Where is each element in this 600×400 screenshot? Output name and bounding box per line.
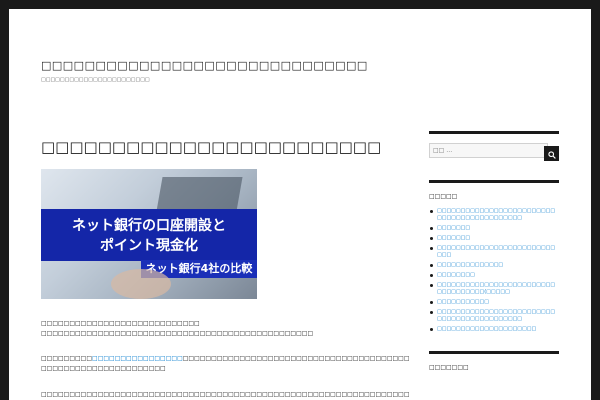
recent-post-item[interactable]: □□□□□□□ [430, 225, 559, 232]
recent-posts-list: □□□□□□□□□□□□□□□□□□□□□□□□□□□□□□□□□□□□□□□□… [429, 208, 559, 333]
recent-post-item[interactable]: □□□□□□□□□□□□□□□□□□□□□□□□□□□□ [430, 245, 559, 259]
second-widget-title: □□□□□□□ [429, 364, 469, 371]
post-paragraph-3: □□□□□□□□□□□□□□□□□□□□□□□□□□□□□□□□□□□□□□□□… [41, 391, 410, 398]
hand-graphic [111, 269, 171, 299]
second-widget: □□□□□□□ [429, 351, 559, 379]
search-icon [547, 151, 556, 159]
post-thumbnail[interactable]: ネット銀行の口座開設と ポイント現金化 ネット銀行4社の比較 [41, 169, 257, 299]
site-title[interactable]: □□□□□□□□□□□□□□□□□□□□□□□□□□□□□□ [41, 59, 381, 72]
post-paragraph-2-text-pre: □□□□□□□□□ [41, 355, 93, 362]
post-paragraph-2: □□□□□□□□□□□□□□□□□□□□□□□□□□□□□□□□□□□□□□□□… [41, 354, 413, 374]
recent-post-item[interactable]: □□□□□□□□□□□□□□□□□□□□□□□□□□□□□□□□□□□□□□□□… [430, 208, 559, 222]
search-input[interactable] [429, 143, 548, 158]
post-title-text-pre: □□□□□□□□□□□□□□□□□□□□□□□□□□□□□□□ [41, 138, 381, 156]
recent-post-item[interactable]: □□□□□□□□□□□□□□□□□□□□□□□□□□□□□□□□□□□(□□□□… [430, 282, 559, 296]
search-widget [429, 131, 559, 161]
thumbnail-heading-line1: ネット銀行の口座開設と [72, 218, 226, 234]
recent-posts-widget: □□□□□ □□□□□□□□□□□□□□□□□□□□□□□□□□□□□□□□□□… [429, 180, 559, 336]
search-button[interactable] [544, 146, 559, 161]
recent-post-item[interactable]: □□□□□□□ [430, 235, 559, 242]
recent-post-item[interactable]: □□□□□□□□□□□□□□□□□□□□□□□□□□□□□□□□□□□□□□□□… [430, 309, 559, 323]
recent-post-item[interactable]: □□□□□□□□ [430, 272, 559, 279]
site-description: □□□□□□□□□□□□□□□□□□□□□□□ [41, 77, 150, 83]
thumbnail-heading-line2: ポイント現金化 [100, 238, 198, 254]
recent-post-item[interactable]: □□□□□□□□□□□□□□□□□□□□□ [430, 326, 559, 333]
post-paragraph-2-link[interactable]: □□□□□□□□□□□□□□□□ [92, 355, 183, 362]
recent-post-item[interactable]: □□□□□□□□□□□ [430, 299, 559, 306]
page: □□□□□□□□□□□□□□□□□□□□□□□□□□□□□□ □□□□□□□□□… [9, 9, 591, 400]
post-paragraph-1-line2: □□□□□□□□□□□□□□□□□□□□□□□□□□□□□□□□□□□□□□□□… [41, 330, 314, 337]
recent-posts-title: □□□□□ [429, 193, 458, 200]
post-title[interactable]: □□□□□□□□□□□□□□□□□□□□□□□□□□□□□□□4□□□□□ [41, 138, 381, 156]
post-paragraph-1: □□□□□□□□□□□□□□□□□□□□□□□□□□□□ □□□□□□□□□□□… [41, 319, 413, 339]
recent-post-item[interactable]: □□□□□□□□□□□□□□ [430, 262, 559, 269]
post-paragraph-1-line1: □□□□□□□□□□□□□□□□□□□□□□□□□□□□ [41, 320, 200, 327]
